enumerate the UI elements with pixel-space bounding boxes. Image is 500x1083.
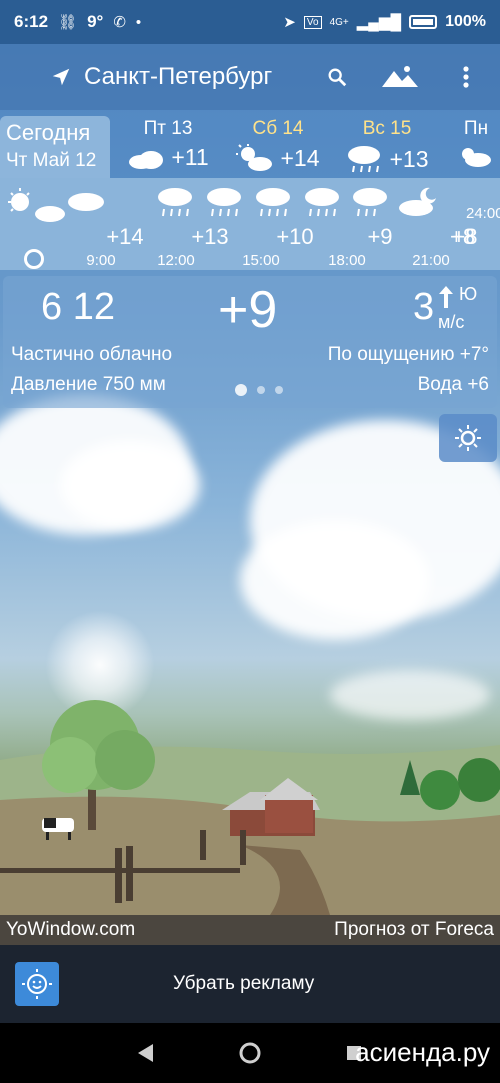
partly-cloudy-icon [8,188,65,222]
rain-icon [348,146,381,173]
volte-icon: Vo [303,15,322,29]
wind-arrow-icon [439,286,453,308]
hour-label: 24:00 [466,205,500,222]
hour-label: 21:00 [412,252,450,269]
remove-ads-bar[interactable]: Убрать рекламу [0,945,500,1023]
day-temp: +14 [280,144,320,171]
battery-percent: 100% [445,13,486,30]
status-bar: 6:12 ⛓ 9° ✆ • ➤ Vo 4G+ ▂▄▆█ 100% [0,0,500,44]
smiley-sun-icon [15,962,59,1006]
status-temp: 9° [87,12,104,31]
condition-text: Частично облачно [11,344,173,365]
wind-unit: м/с [438,312,465,332]
today-label: Сегодня [6,120,91,145]
location-arrow-icon[interactable] [46,62,76,92]
signal-icon: ▂▄▆█ [356,14,402,31]
home-icon[interactable] [236,1039,264,1067]
cloudy-icon [129,150,164,169]
page-dot [257,386,265,394]
status-time: 6:12 [14,12,49,31]
hour-temp: +9 [367,224,393,249]
hour-temp: +10 [276,224,314,249]
battery-icon [409,15,438,29]
day-name: Пн [463,118,489,139]
remove-ads-label: Убрать рекламу [173,973,315,994]
hour-temp: +14 [106,224,144,249]
day-name: Сб 14 [252,118,304,139]
day-item[interactable]: Вс 15 +13 [337,118,437,174]
cloudy-night-icon [399,187,436,216]
wind-direction: Ю [459,284,478,304]
network-type: 4G+ [329,16,349,28]
rain-icon [158,188,192,217]
current-conditions-card[interactable]: 6 12 +9 3 Ю м/с Частично облачно По ощущ… [3,276,497,408]
city-name[interactable]: Санкт-Петербург [84,63,272,91]
sun-icon [455,425,481,451]
sun-moon-button[interactable] [439,414,497,462]
day-item[interactable]: Пт 13 +11 [118,118,218,171]
watermark-text: асиенда.ру [355,1037,490,1067]
app-bar: Санкт-Петербург [0,44,500,110]
search-icon[interactable] [322,62,352,92]
dot-icon: • [135,13,142,31]
day-name: Вс 15 [362,118,412,139]
water-temp: Вода +6 [417,374,489,395]
wind-speed: 3 [413,286,435,328]
rain-icon [305,188,339,217]
day-temp: +11 [171,144,209,170]
current-temp: +9 [218,281,278,339]
rain-icon [353,188,387,217]
foreca-link[interactable]: Прогноз от Foreca [334,919,494,941]
link-icon: ⛓ [58,14,78,31]
day-name: Пт 13 [143,118,193,139]
rain-icon [256,188,290,217]
page-dot [235,384,247,396]
credits-bar: YoWindow.com Прогноз от Foreca [0,915,500,945]
day-item[interactable]: Пн [446,118,500,168]
today-date: Чт Май 12 [6,150,97,171]
hour-temp: +13 [191,224,229,249]
rain-icon [207,188,241,217]
cloudy-icon [462,148,491,167]
partly-cloudy-icon [236,144,273,171]
landscape-icon[interactable] [382,62,418,92]
whatsapp-icon: ✆ [113,14,126,31]
day-temp: +13 [389,145,429,172]
cloudy-icon [68,193,104,211]
feels-like: По ощущению +7° [327,344,489,365]
current-time-marker[interactable] [24,249,44,269]
day-item[interactable]: Сб 14 +14 [228,118,328,172]
system-nav-bar: асиенда.ру [0,1023,500,1083]
page-indicator [235,384,283,396]
yowindow-link[interactable]: YoWindow.com [6,919,135,941]
hourly-forecast: +14 9:00 +13 12:00 +10 15:00 +9 18:00 +8… [0,178,500,270]
page-dot [275,386,283,394]
pressure: Давление 750 мм [11,374,166,395]
back-icon[interactable] [132,1039,160,1067]
current-time: 6 12 [41,286,115,328]
location-status-icon: ➤ [283,14,296,31]
daily-forecast: Сегодня Чт Май 12 Пт 13 +11 Сб 14 +14 Вс… [0,110,500,188]
hour-temp-last: +8 [450,224,476,249]
more-vert-icon[interactable] [451,62,481,92]
